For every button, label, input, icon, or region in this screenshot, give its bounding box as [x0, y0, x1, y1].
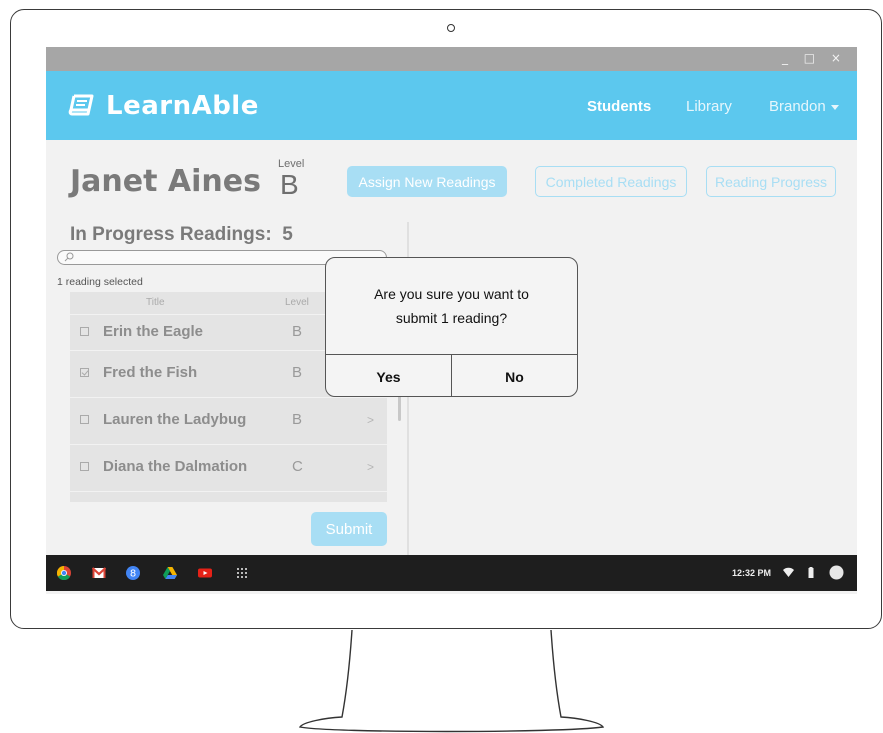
book-icon	[68, 94, 94, 116]
gmail-icon[interactable]	[92, 566, 106, 580]
youtube-icon[interactable]	[198, 566, 212, 580]
chevron-right-icon[interactable]: >	[367, 460, 374, 474]
drive-icon[interactable]	[163, 566, 177, 580]
in-progress-label: In Progress Readings:	[70, 224, 272, 245]
window-titlebar: _ □ ×	[46, 47, 857, 71]
window-controls[interactable]: _ □ ×	[782, 51, 847, 65]
dialog-actions: Yes No	[326, 354, 577, 396]
submit-button[interactable]: Submit	[311, 512, 387, 546]
user-name: Brandon	[769, 98, 826, 115]
tab-completed-readings[interactable]: Completed Readings	[535, 166, 687, 197]
reading-title: Erin the Eagle	[103, 323, 204, 340]
reading-level: B	[292, 411, 303, 428]
reading-title: Lauren the Ladybug	[103, 411, 247, 428]
in-progress-count: 5	[282, 224, 293, 245]
list-scrollbar[interactable]	[398, 395, 401, 421]
chrome-icon[interactable]	[57, 566, 71, 580]
app-name: LearnAble	[106, 91, 259, 121]
avatar[interactable]	[829, 565, 844, 580]
column-header-level: Level	[285, 297, 309, 308]
taskbar: 8 12:32 PM	[46, 555, 857, 591]
checkbox[interactable]	[80, 415, 89, 424]
app-logo[interactable]: LearnAble	[68, 91, 259, 121]
search-icon	[64, 252, 74, 262]
reading-level: C	[292, 458, 303, 475]
nav-library[interactable]: Library	[686, 98, 732, 115]
tab-reading-progress[interactable]: Reading Progress	[706, 166, 836, 197]
yes-button[interactable]: Yes	[326, 355, 451, 396]
reading-title: Fred the Fish	[103, 364, 198, 381]
app-header: LearnAble Students Library Brandon	[46, 71, 857, 140]
wifi-icon[interactable]	[783, 567, 794, 578]
nav-students[interactable]: Students	[587, 98, 651, 115]
chevron-right-icon[interactable]: >	[367, 413, 374, 427]
list-item[interactable]: Diana the Dalmation C >	[70, 444, 387, 491]
checkbox[interactable]	[80, 462, 89, 471]
confirm-dialog: Are you sure you want to submit 1 readin…	[325, 257, 578, 397]
checkbox-checked[interactable]	[80, 368, 89, 377]
reading-title: Diana the Dalmation	[103, 458, 248, 475]
battery-icon[interactable]	[808, 567, 814, 578]
screen: _ □ × LearnAble Students Library Brandon…	[46, 47, 857, 594]
nav-user-menu[interactable]: Brandon	[769, 98, 839, 115]
tab-assign-new-readings[interactable]: Assign New Readings	[347, 166, 507, 197]
in-progress-heading: In Progress Readings: 5	[70, 224, 293, 246]
reading-level: B	[292, 323, 303, 340]
student-name: Janet Aines	[70, 164, 261, 199]
chevron-down-icon	[830, 104, 839, 110]
list-item[interactable]: Lauren the Ladybug B >	[70, 397, 387, 444]
clock[interactable]: 12:32 PM	[732, 568, 771, 578]
svg-text:8: 8	[130, 569, 136, 580]
checkbox[interactable]	[80, 327, 89, 336]
reading-level: B	[292, 364, 303, 381]
column-header-title: Title	[146, 297, 165, 308]
no-button[interactable]: No	[451, 355, 577, 396]
selected-count: 1 reading selected	[57, 276, 143, 288]
list-item[interactable]	[70, 491, 387, 502]
apps-grid-icon[interactable]	[235, 566, 249, 580]
dialog-message: Are you sure you want to submit 1 readin…	[374, 286, 529, 326]
student-level: B	[280, 169, 299, 200]
google-plus-icon[interactable]: 8	[126, 566, 140, 580]
